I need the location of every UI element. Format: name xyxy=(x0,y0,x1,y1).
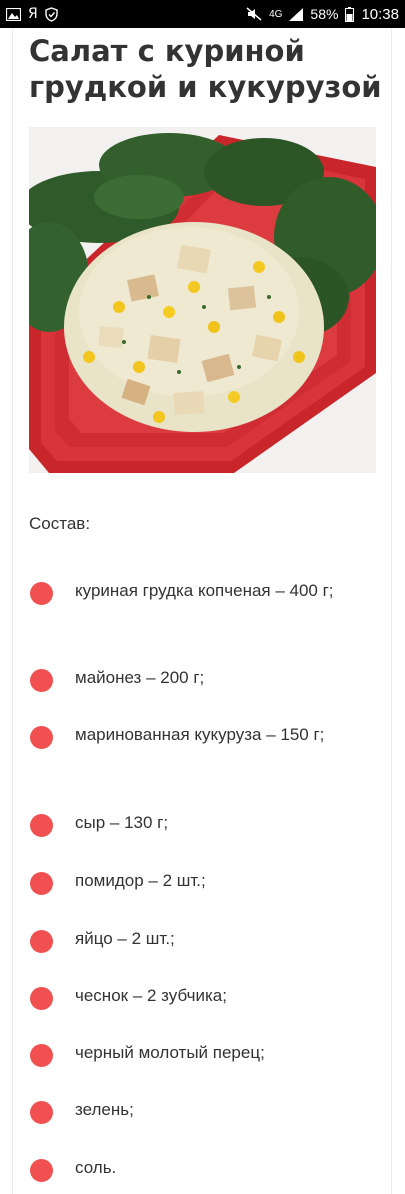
ingredient-text: соль. xyxy=(75,1158,117,1177)
yandex-icon: Я xyxy=(28,6,38,22)
status-bar-right: 4G 58% 10:38 xyxy=(246,6,399,23)
salad-photo xyxy=(29,127,376,473)
bullet-icon xyxy=(30,987,53,1010)
battery-icon xyxy=(345,6,355,22)
ingredient-text: сыр – 130 г; xyxy=(75,813,169,832)
network-type: 4G xyxy=(269,8,283,20)
ingredient-text: куриная грудка копченая – 400 г; xyxy=(75,581,334,600)
ingredient-text: чеснок – 2 зубчика; xyxy=(75,986,227,1005)
ingredients-heading: Состав: xyxy=(29,514,91,533)
ingredient-text: майонез – 200 г; xyxy=(75,668,205,687)
bullet-icon xyxy=(30,1044,53,1067)
image-icon xyxy=(6,7,21,21)
signal-icon xyxy=(289,7,304,21)
battery-percent: 58% xyxy=(310,6,339,22)
shield-icon xyxy=(45,6,58,22)
status-bar-left: Я xyxy=(6,6,58,22)
bullet-icon xyxy=(30,872,53,895)
ingredient-text: зелень; xyxy=(75,1100,134,1119)
ingredient-text: черный молотый перец; xyxy=(75,1043,265,1062)
bullet-icon xyxy=(30,669,53,692)
page-title: Салат с куриной грудкой и кукурузой xyxy=(29,34,382,104)
bullet-icon xyxy=(30,814,53,837)
bullet-icon xyxy=(30,582,53,605)
ingredient-text: помидор – 2 шт.; xyxy=(75,871,206,890)
status-bar: Я 4G 58% 10:38 xyxy=(0,0,405,28)
clock: 10:38 xyxy=(361,5,399,23)
bullet-icon xyxy=(30,930,53,953)
bullet-icon xyxy=(30,1159,53,1182)
ingredient-text: яйцо – 2 шт.; xyxy=(75,929,175,948)
bullet-icon xyxy=(30,726,53,749)
salad-illustration xyxy=(29,127,376,473)
mute-icon xyxy=(246,7,262,21)
ingredient-text: маринованная кукуруза – 150 г; xyxy=(75,725,325,744)
bullet-icon xyxy=(30,1101,53,1124)
